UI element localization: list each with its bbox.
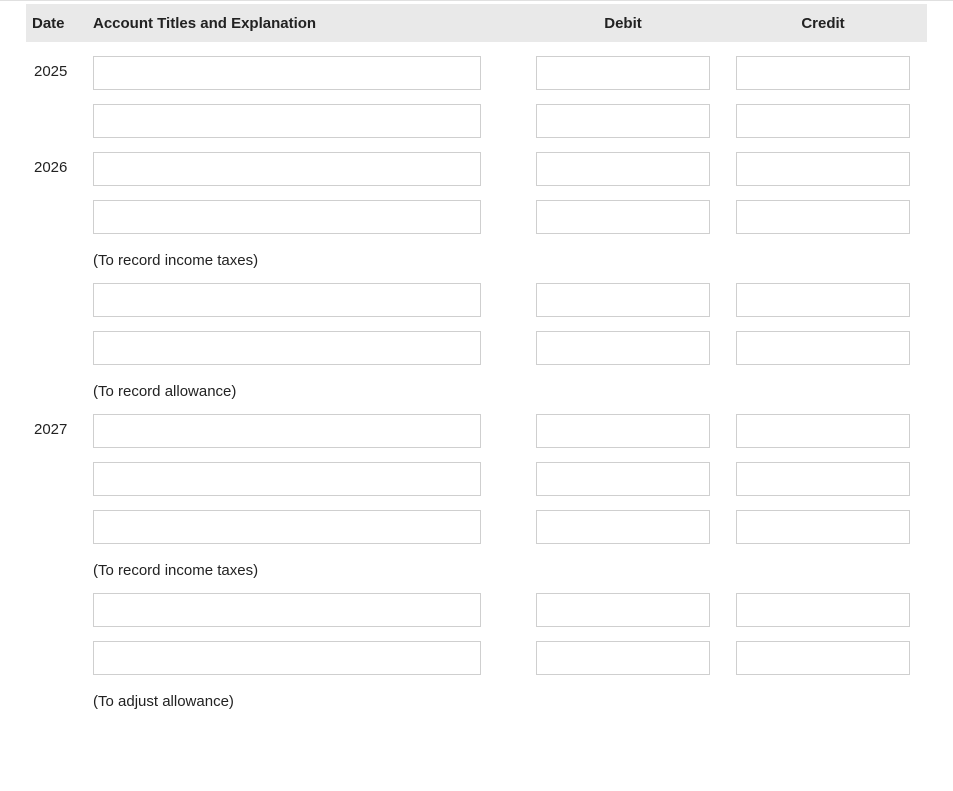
credit-input[interactable] xyxy=(736,200,910,234)
credit-input[interactable] xyxy=(736,462,910,496)
table-body: 2025 2026 (To record income taxes) (To reco… xyxy=(26,56,927,710)
date-cell: 2025 xyxy=(26,56,93,80)
credit-input[interactable] xyxy=(736,283,910,317)
debit-input[interactable] xyxy=(536,200,710,234)
account-input[interactable] xyxy=(93,283,481,317)
debit-input[interactable] xyxy=(536,414,710,448)
date-cell xyxy=(26,200,93,207)
top-divider xyxy=(0,0,953,1)
account-input[interactable] xyxy=(93,56,481,90)
table-row xyxy=(26,200,927,234)
explanation-text: (To adjust allowance) xyxy=(93,693,234,710)
credit-input[interactable] xyxy=(736,510,910,544)
table-row xyxy=(26,593,927,627)
account-input[interactable] xyxy=(93,414,481,448)
table-row xyxy=(26,331,927,365)
explanation-row: (To record income taxes) xyxy=(26,252,927,269)
debit-input[interactable] xyxy=(536,104,710,138)
explanation-text: (To record income taxes) xyxy=(93,562,258,579)
debit-input[interactable] xyxy=(536,331,710,365)
credit-input[interactable] xyxy=(736,641,910,675)
explanation-row: (To adjust allowance) xyxy=(26,693,927,710)
date-cell xyxy=(26,593,93,600)
account-input[interactable] xyxy=(93,462,481,496)
explanation-row: (To record allowance) xyxy=(26,383,927,400)
debit-input[interactable] xyxy=(536,152,710,186)
credit-input[interactable] xyxy=(736,331,910,365)
debit-input[interactable] xyxy=(536,56,710,90)
credit-input[interactable] xyxy=(736,56,910,90)
date-cell xyxy=(26,641,93,648)
account-input[interactable] xyxy=(93,200,481,234)
header-credit: Credit xyxy=(736,15,910,32)
header-date: Date xyxy=(26,15,93,32)
date-cell xyxy=(26,331,93,338)
header-account: Account Titles and Explanation xyxy=(93,15,509,32)
date-cell xyxy=(26,104,93,111)
journal-entry-table: Date Account Titles and Explanation Debi… xyxy=(26,4,927,710)
table-row xyxy=(26,283,927,317)
table-row xyxy=(26,462,927,496)
credit-input[interactable] xyxy=(736,104,910,138)
date-cell xyxy=(26,510,93,517)
debit-input[interactable] xyxy=(536,641,710,675)
table-row xyxy=(26,104,927,138)
debit-input[interactable] xyxy=(536,593,710,627)
account-input[interactable] xyxy=(93,510,481,544)
debit-input[interactable] xyxy=(536,283,710,317)
account-input[interactable] xyxy=(93,641,481,675)
explanation-text: (To record allowance) xyxy=(93,383,236,400)
table-row: 2026 xyxy=(26,152,927,186)
account-input[interactable] xyxy=(93,152,481,186)
credit-input[interactable] xyxy=(736,152,910,186)
table-row: 2027 xyxy=(26,414,927,448)
debit-input[interactable] xyxy=(536,510,710,544)
account-input[interactable] xyxy=(93,593,481,627)
date-cell xyxy=(26,283,93,290)
date-cell xyxy=(26,462,93,469)
header-debit: Debit xyxy=(536,15,710,32)
table-row xyxy=(26,510,927,544)
table-row: 2025 xyxy=(26,56,927,90)
debit-input[interactable] xyxy=(536,462,710,496)
account-input[interactable] xyxy=(93,331,481,365)
account-input[interactable] xyxy=(93,104,481,138)
table-header-row: Date Account Titles and Explanation Debi… xyxy=(26,4,927,42)
credit-input[interactable] xyxy=(736,414,910,448)
date-cell: 2026 xyxy=(26,152,93,176)
explanation-row: (To record income taxes) xyxy=(26,562,927,579)
explanation-text: (To record income taxes) xyxy=(93,252,258,269)
table-row xyxy=(26,641,927,675)
date-cell: 2027 xyxy=(26,414,93,438)
credit-input[interactable] xyxy=(736,593,910,627)
